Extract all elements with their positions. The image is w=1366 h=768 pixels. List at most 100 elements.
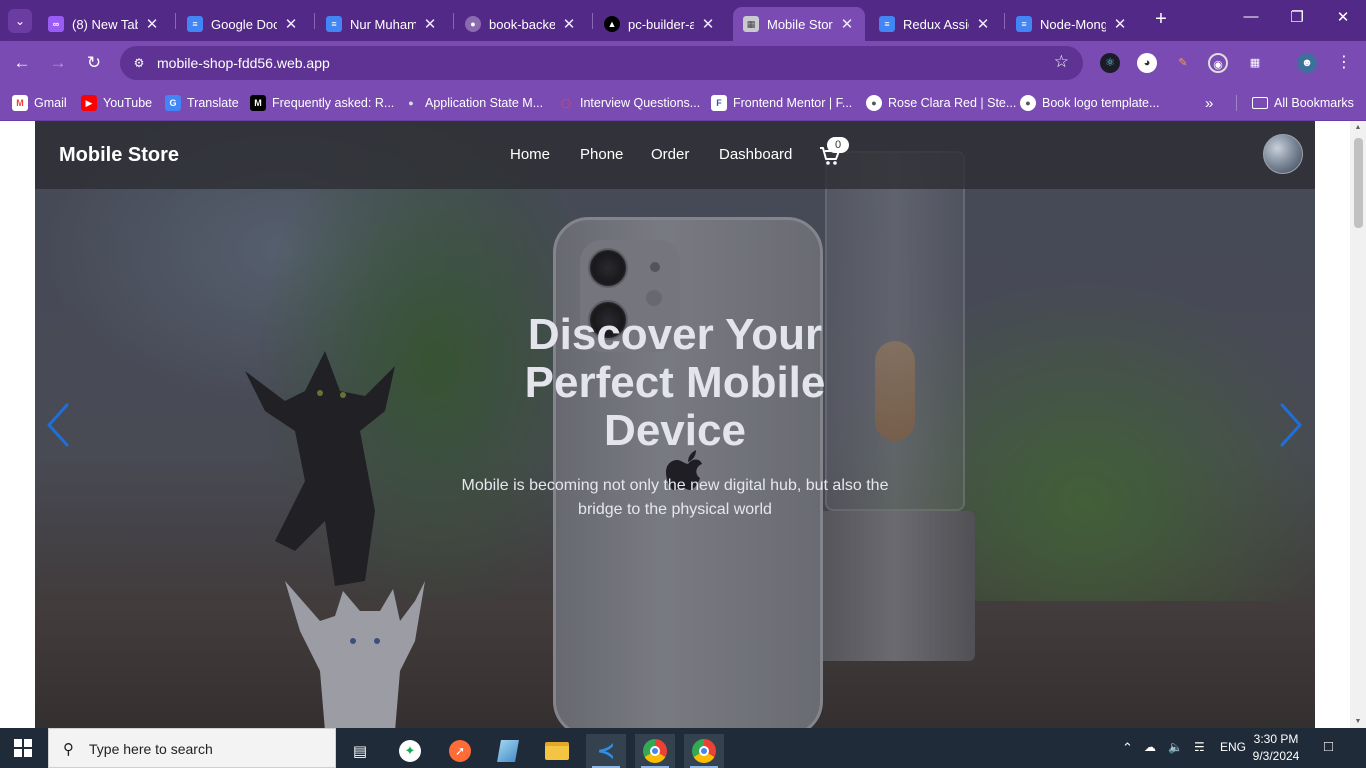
close-icon[interactable]: ✕ — [1112, 15, 1128, 33]
bookmark-label: Application State M... — [425, 96, 544, 110]
bookmark-star-icon[interactable]: ☆ — [1054, 52, 1069, 72]
bookmark-rose-clara[interactable]: ● Rose Clara Red | Ste... — [866, 93, 1016, 113]
extension-icon[interactable]: ◕ — [1137, 53, 1157, 73]
bookmark-book-logo[interactable]: ● Book logo template... — [1020, 93, 1159, 113]
profile-avatar[interactable]: ☻ — [1297, 53, 1317, 73]
color-picker-icon[interactable]: ✎ — [1173, 53, 1193, 73]
url-text[interactable]: mobile-shop-fdd56.web.app — [157, 55, 330, 71]
taskbar-file-explorer[interactable] — [537, 734, 577, 768]
close-icon[interactable]: ✕ — [561, 15, 577, 33]
tab-mobile-store[interactable]: ▦ Mobile Store ✕ — [733, 7, 865, 41]
bookmark-label: YouTube — [103, 96, 153, 110]
back-button[interactable]: ← — [10, 51, 34, 75]
task-view-button[interactable]: ▤ — [340, 734, 380, 768]
tab-title: Nur Muhamm — [350, 16, 416, 32]
close-window-button[interactable]: ✕ — [1320, 8, 1366, 32]
tab-google-docs[interactable]: ≡ Google Docs ✕ — [177, 7, 309, 41]
carousel-prev-arrow-icon[interactable] — [45, 403, 71, 447]
mongodb-compass-icon: ✦ — [399, 740, 421, 762]
search-icon: ⚲ — [63, 741, 74, 758]
taskbar-mongodb-compass[interactable]: ✦ — [390, 734, 430, 768]
interview-icon: ◯ — [560, 97, 572, 108]
tab-separator — [453, 13, 454, 29]
plus-icon: + — [1155, 8, 1167, 30]
taskbar-chrome-profile[interactable] — [684, 734, 724, 768]
nav-link-order[interactable]: Order — [651, 146, 689, 163]
language-indicator[interactable]: ENG — [1220, 740, 1246, 754]
clock-time: 3:30 PM — [1253, 732, 1299, 746]
bookmark-label: Frontend Mentor | F... — [733, 96, 853, 110]
close-icon[interactable]: ✕ — [700, 15, 716, 33]
nav-link-home[interactable]: Home — [510, 146, 550, 163]
all-bookmarks-button[interactable]: All Bookmarks — [1252, 93, 1354, 113]
tab-search-button[interactable]: ⌄ — [8, 9, 32, 33]
nav-link-phone[interactable]: Phone — [580, 146, 623, 163]
taskbar-search-box[interactable]: ⚲ Type here to search — [48, 728, 336, 768]
restore-button[interactable]: ❐ — [1274, 8, 1320, 32]
bookmark-interview-questions[interactable]: ◯ Interview Questions... — [558, 93, 700, 113]
site-settings-icon[interactable]: ⚙ — [130, 54, 148, 72]
menu-dots-icon[interactable]: ⋮ — [1334, 53, 1354, 73]
taskbar-chrome[interactable] — [635, 734, 675, 768]
scroll-down-icon[interactable]: ▼ — [1354, 718, 1362, 725]
extensions-puzzle-icon[interactable]: ▦ — [1245, 53, 1265, 73]
forward-button[interactable]: → — [46, 51, 70, 75]
nav-link-dashboard[interactable]: Dashboard — [719, 146, 792, 163]
bookmark-youtube[interactable]: ▶ YouTube — [81, 93, 152, 113]
page-scrollbar[interactable]: ▲ ▼ — [1350, 121, 1366, 728]
close-icon[interactable]: ✕ — [422, 15, 438, 33]
new-tab-button[interactable]: + — [1150, 9, 1172, 31]
react-devtools-icon[interactable]: ⚛ — [1100, 53, 1120, 73]
user-avatar[interactable] — [1263, 134, 1303, 174]
bookmark-label: Translate — [187, 96, 239, 110]
target-icon[interactable]: ◉ — [1208, 53, 1228, 73]
notification-icon[interactable]: □ — [1324, 738, 1333, 755]
address-bar[interactable]: ⚙ mobile-shop-fdd56.web.app ☆ — [120, 46, 1083, 80]
task-view-icon: ▤ — [352, 743, 368, 760]
arrow-left-icon: ← — [13, 53, 31, 72]
close-icon[interactable]: ✕ — [283, 15, 299, 33]
docs-icon: ≡ — [879, 16, 895, 32]
taskbar-vscode[interactable]: ≺ — [586, 734, 626, 768]
browser-tab-strip: ⌄ ∞ (8) New Tab ✕ ≡ Google Docs ✕ ≡ Nur … — [0, 0, 1366, 41]
tab-pc-builder[interactable]: ▲ pc-builder-a ✕ — [594, 7, 726, 41]
bookmark-translate[interactable]: G Translate — [165, 93, 239, 113]
tray-chevron-up-icon[interactable]: ⌃ — [1122, 740, 1133, 756]
taskbar-notes-app[interactable] — [488, 734, 528, 768]
minimize-button[interactable]: — — [1228, 8, 1274, 32]
tab-new-tab[interactable]: ∞ (8) New Tab ✕ — [38, 7, 170, 41]
tab-title: book-backen — [489, 16, 555, 32]
onedrive-cloud-icon[interactable]: ☁ — [1144, 740, 1156, 754]
taskbar-postman[interactable]: ➚ — [440, 734, 480, 768]
close-icon[interactable]: ✕ — [144, 15, 160, 33]
taskbar-search-placeholder: Type here to search — [89, 741, 213, 757]
scrollbar-thumb[interactable] — [1354, 138, 1363, 228]
mobile-store-favicon-icon: ▦ — [743, 16, 759, 32]
restore-icon: ❐ — [1290, 9, 1304, 26]
site-brand[interactable]: Mobile Store — [59, 144, 179, 167]
carousel-next-arrow-icon[interactable] — [1278, 403, 1304, 447]
docs-icon: ≡ — [187, 16, 203, 32]
youtube-icon: ▶ — [81, 95, 97, 111]
bookmarks-overflow-button[interactable]: » — [1205, 93, 1213, 113]
chrome-icon — [643, 739, 667, 763]
medium-icon: M — [250, 95, 266, 111]
volume-icon[interactable]: 🔈 — [1168, 740, 1183, 754]
close-icon[interactable]: ✕ — [975, 15, 991, 33]
bookmark-gmail[interactable]: M Gmail — [12, 93, 67, 113]
bookmarks-bar: M Gmail ▶ YouTube G Translate M Frequent… — [0, 85, 1366, 121]
windows-start-icon[interactable] — [14, 739, 32, 757]
tab-title: Node-Mongo — [1040, 16, 1106, 32]
tab-nur-muhammad[interactable]: ≡ Nur Muhamm ✕ — [316, 7, 448, 41]
close-icon[interactable]: ✕ — [839, 15, 855, 33]
tab-book-backend[interactable]: ● book-backen ✕ — [455, 7, 587, 41]
bookmark-frontend-mentor[interactable]: F Frontend Mentor | F... — [711, 93, 852, 113]
taskbar-clock[interactable]: 3:30 PM 9/3/2024 — [1246, 731, 1306, 765]
bookmark-application-state[interactable]: ● Application State M... — [403, 93, 543, 113]
scroll-up-icon[interactable]: ▲ — [1354, 124, 1362, 131]
tab-redux-assignment[interactable]: ≡ Redux Assign ✕ — [869, 7, 1001, 41]
tab-node-mongo[interactable]: ≡ Node-Mongo ✕ — [1006, 7, 1138, 41]
bookmark-frequently-asked[interactable]: M Frequently asked: R... — [250, 93, 394, 113]
network-icon[interactable]: ☴ — [1194, 740, 1205, 754]
reload-button[interactable]: ↻ — [82, 51, 106, 75]
